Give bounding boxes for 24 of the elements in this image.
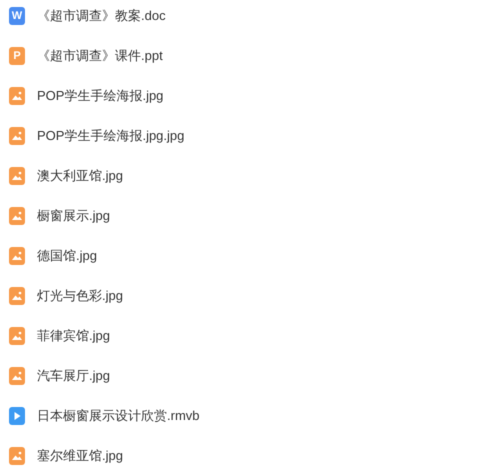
file-name[interactable]: 日本橱窗展示设计欣赏.rmvb bbox=[37, 407, 200, 425]
image-file-icon bbox=[9, 367, 25, 385]
file-name[interactable]: POP学生手绘海报.jpg bbox=[37, 87, 164, 105]
image-file-icon bbox=[9, 247, 25, 265]
file-name[interactable]: 灯光与色彩.jpg bbox=[37, 287, 123, 305]
file-name[interactable]: 德国馆.jpg bbox=[37, 247, 97, 265]
file-name[interactable]: 《超市调查》教案.doc bbox=[37, 7, 166, 25]
file-name[interactable]: 塞尔维亚馆.jpg bbox=[37, 447, 123, 465]
file-name[interactable]: 澳大利亚馆.jpg bbox=[37, 167, 123, 185]
file-name[interactable]: 菲律宾馆.jpg bbox=[37, 327, 110, 345]
image-file-icon bbox=[9, 87, 25, 105]
file-name[interactable]: POP学生手绘海报.jpg.jpg bbox=[37, 127, 184, 145]
word-document-icon: W bbox=[9, 7, 25, 25]
image-file-icon bbox=[9, 127, 25, 145]
file-name[interactable]: 《超市调查》课件.ppt bbox=[37, 47, 163, 65]
video-file-icon bbox=[9, 407, 25, 425]
presentation-icon: P bbox=[9, 47, 25, 65]
image-file-icon bbox=[9, 207, 25, 225]
image-file-icon bbox=[9, 447, 25, 465]
file-name[interactable]: 汽车展厅.jpg bbox=[37, 367, 110, 385]
image-file-icon bbox=[9, 287, 25, 305]
image-file-icon bbox=[9, 327, 25, 345]
file-name[interactable]: 橱窗展示.jpg bbox=[37, 207, 110, 225]
image-file-icon bbox=[9, 167, 25, 185]
